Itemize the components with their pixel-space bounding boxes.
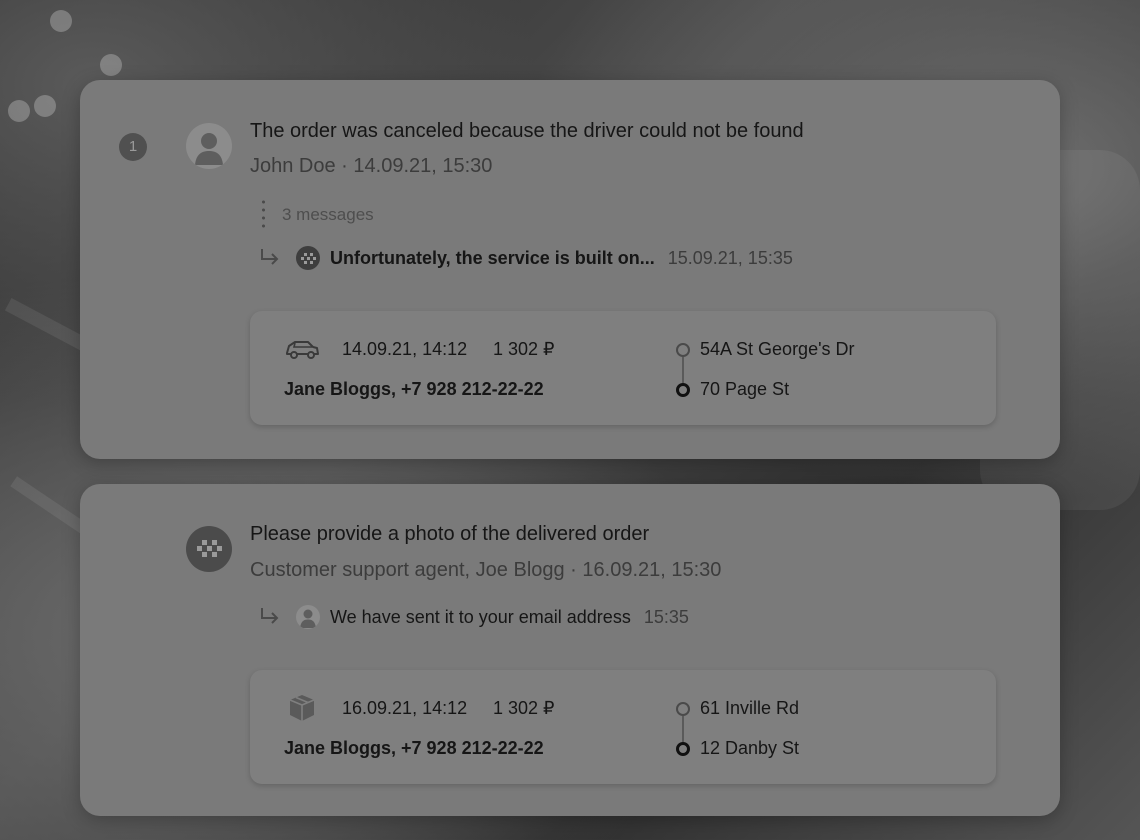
unread-count-badge: 1 — [119, 133, 147, 161]
dropoff-address: 12 Danby St — [700, 738, 800, 758]
pickup-point-icon — [676, 343, 690, 357]
conversation-meta: Customer support agent, Joe Blogg · 16.0… — [250, 559, 722, 581]
dropoff-point-icon — [676, 383, 690, 397]
conversation-title: Please provide a photo of the delivered … — [250, 523, 650, 545]
pickup-address: 61 Inville Rd — [700, 698, 800, 718]
order-datetime: 16.09.21, 14:12 — [342, 698, 468, 718]
taxi-checker-icon — [301, 253, 316, 264]
reply-text: Unfortunately, the service is built on..… — [330, 247, 655, 268]
thread-message-count[interactable]: 3 messages — [282, 205, 374, 225]
conversation-meta: John Doe · 14.09.21, 15:30 — [250, 155, 493, 177]
service-avatar — [296, 246, 320, 270]
user-avatar — [186, 123, 232, 169]
car-icon — [286, 341, 319, 359]
route-line — [682, 357, 684, 383]
conversation-card[interactable]: Please provide a photo of the delivered … — [80, 484, 1060, 816]
latest-reply[interactable]: Unfortunately, the service is built on..… — [258, 246, 793, 270]
order-contact: Jane Bloggs, +7 928 212-22-22 — [284, 738, 544, 758]
order-summary[interactable]: 14.09.21, 14:12 1 302 ₽ Jane Bloggs, +7 … — [250, 311, 996, 425]
dropoff-point-icon — [676, 742, 690, 756]
reply-text: We have sent it to your email address — [330, 606, 631, 627]
latest-reply[interactable]: We have sent it to your email address 15… — [258, 605, 689, 629]
reply-time: 15.09.21, 15:35 — [667, 247, 793, 268]
pickup-point-icon — [676, 702, 690, 716]
user-avatar — [296, 605, 320, 629]
taxi-checker-icon — [197, 540, 222, 557]
route-line — [682, 716, 684, 742]
conversation-title: The order was canceled because the drive… — [250, 120, 804, 142]
conversation-card[interactable]: 1 The order was canceled because the dri… — [80, 80, 1060, 459]
order-datetime: 14.09.21, 14:12 — [342, 339, 468, 359]
order-contact: Jane Bloggs, +7 928 212-22-22 — [284, 379, 544, 399]
order-price: 1 302 ₽ — [493, 698, 555, 718]
order-summary[interactable]: 16.09.21, 14:12 1 302 ₽ Jane Bloggs, +7 … — [250, 670, 996, 784]
reply-arrow-icon — [261, 249, 279, 265]
reply-time: 15:35 — [643, 606, 689, 627]
user-silhouette-icon — [195, 133, 223, 165]
package-box-icon — [289, 695, 315, 721]
dropoff-address: 70 Page St — [700, 379, 790, 399]
user-silhouette-icon — [300, 609, 316, 628]
reply-arrow-icon — [261, 608, 279, 624]
support-avatar — [186, 526, 232, 572]
thread-dots-icon — [262, 198, 265, 232]
pickup-address: 54A St George's Dr — [700, 339, 855, 359]
order-price: 1 302 ₽ — [493, 339, 555, 359]
